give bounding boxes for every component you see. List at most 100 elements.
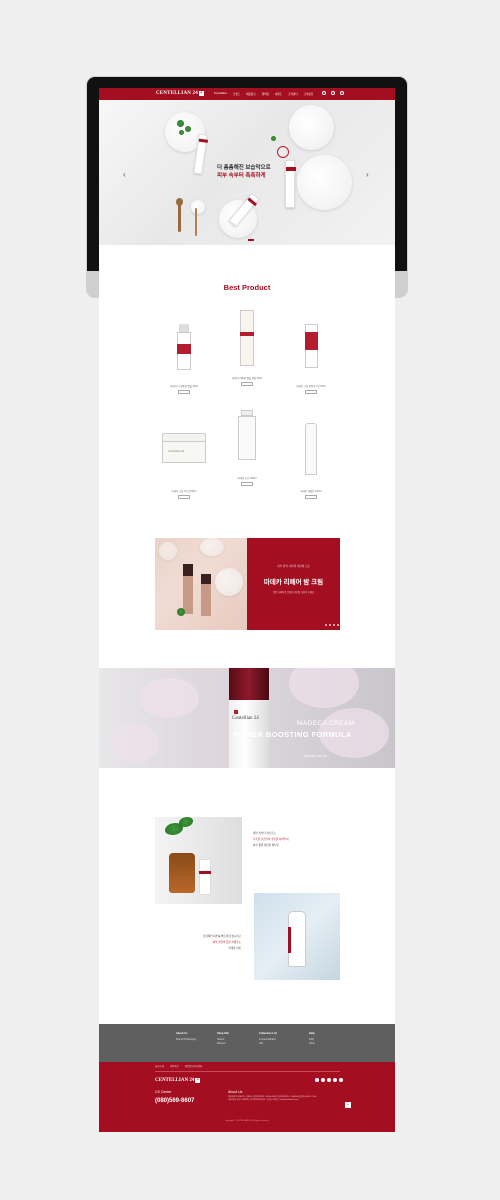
tube-image (285, 160, 296, 208)
product-name: 마데카 크림 리뉴얼 50ml (171, 490, 197, 493)
leaf-image (185, 126, 191, 132)
menu-item[interactable]: 멤버십 (262, 92, 269, 96)
footer-column-title: Collection List (259, 1032, 277, 1035)
facebook-icon[interactable] (315, 1078, 319, 1082)
cart-icon[interactable] (331, 91, 335, 95)
product-card[interactable]: 마데카 토너 150ml (217, 410, 277, 500)
product-name: 마데카 토너 150ml (237, 477, 257, 480)
brand-logo[interactable]: CENTELLIAN 24 + (156, 91, 204, 96)
logo-mark: + (195, 1078, 201, 1083)
product-card[interactable]: 마데카 더 에센셜 앰플 30ml (154, 318, 214, 408)
hero-pagination[interactable] (248, 239, 254, 241)
about-title: About Us (228, 1090, 243, 1094)
footer-logo[interactable]: CENTELLIAN 24 + (155, 1078, 201, 1083)
pagination-dot[interactable] (329, 624, 331, 626)
footer-column: Help FAQ Q&A (309, 1032, 315, 1047)
social-links (315, 1078, 343, 1082)
pagination-dot[interactable] (325, 624, 327, 626)
nav-icons (322, 91, 344, 95)
menu-item[interactable]: Foundation (214, 92, 227, 96)
logo-mark: + (198, 91, 204, 96)
menu-item[interactable]: 고객센터 (288, 92, 298, 96)
pagination-dot[interactable] (337, 624, 339, 626)
blog-icon[interactable] (333, 1078, 337, 1082)
madeca-banner[interactable]: Centellian 24 MADECA CREAM POWER BOOSTIN… (99, 668, 395, 768)
lifestyle-text-1: 피부 속부터 차오르는 촉촉한 보습막이 수분을 지켜주어 하루 종일 편안한 … (253, 831, 289, 849)
product-image (281, 423, 341, 485)
hero-line-2: 피부 속부터 촉촉하게 (217, 173, 266, 179)
footer-policy-links: 회사소개 이용약관 개인정보처리방침 (155, 1064, 202, 1068)
pagination-dot[interactable] (333, 624, 335, 626)
footer-policy-link[interactable]: 개인정보처리방침 (185, 1064, 203, 1068)
cs-phone-number[interactable]: (080)569-8607 (155, 1098, 194, 1104)
footer-policy-link[interactable]: 이용약관 (170, 1064, 179, 1068)
product-card[interactable]: Centellian 24 마데카 크림 리뉴얼 50ml (154, 423, 214, 513)
buy-button[interactable] (241, 382, 253, 386)
menu-item[interactable]: 브랜드 (233, 92, 240, 96)
hero-next-arrow[interactable]: › (366, 170, 369, 179)
plate-image (191, 200, 205, 214)
product-image: Centellian 24 (154, 423, 214, 485)
lifestyle-image-1 (155, 817, 242, 904)
lifestyle-text-2: 민감해진 피부를 빠르게 진정시키고 피부 본연의 힘을 키워주는 마데카 라인 (163, 934, 241, 952)
menu-item[interactable]: 제품정보 (246, 92, 256, 96)
buy-button[interactable] (305, 495, 317, 499)
product-image (217, 410, 277, 472)
web-page: CENTELLIAN 24 + Foundation 브랜드 제품정보 멤버십 이… (99, 88, 395, 1132)
hero-line-1: 더 촘촘해진 보습막으로 (217, 165, 271, 171)
product-name: 마데카 에멀전 120ml (300, 490, 322, 493)
buy-button[interactable] (178, 495, 190, 499)
product-card[interactable]: 마데카 리페어 앰플 세럼 30ml (217, 310, 277, 400)
promo-title: 마데카 리페어 밤 크림 (263, 579, 324, 586)
footer-sitemap: About Us Brand Philosophy Shop Info Noti… (99, 1024, 395, 1062)
hero-prev-arrow[interactable]: ‹ (123, 170, 126, 179)
spoon-image (176, 198, 183, 206)
hero-copy: 더 촘촘해진 보습막으로 피부 속부터 촉촉하게 (217, 164, 271, 180)
footer-policy-link[interactable]: 회사소개 (155, 1064, 164, 1068)
footer-link[interactable]: Review (217, 1042, 229, 1047)
company-info: 동국제약(주) 대표이사 : 송준호 | 사업자등록번호 : 000-00-00… (228, 1096, 318, 1102)
promo-description: 집중 리페어로 건강한 피부를 되찾아 보세요 (272, 592, 315, 594)
menu-item[interactable]: 이벤트 (275, 92, 282, 96)
buy-button[interactable] (178, 390, 190, 394)
buy-button[interactable] (241, 482, 253, 486)
menu-item[interactable]: 고객상담 (304, 92, 314, 96)
top-nav: CENTELLIAN 24 + Foundation 브랜드 제품정보 멤버십 이… (99, 88, 395, 100)
banner-subheading: POWER BOOSTING FORMULA (233, 730, 352, 739)
product-image (281, 318, 341, 380)
lifestyle-line: 하루 종일 편안한 피부로 (253, 844, 280, 847)
main-menu: Foundation 브랜드 제품정보 멤버십 이벤트 고객센터 고객상담 (214, 92, 313, 96)
plate-image (289, 105, 334, 150)
footer-link[interactable]: Gift (259, 1042, 277, 1047)
product-card[interactable]: 마데카 에멀전 120ml (281, 423, 341, 513)
cs-center-title: CS Center (155, 1090, 172, 1094)
footer-link[interactable]: Brand Philosophy (176, 1038, 196, 1043)
scroll-top-button[interactable]: ^ (345, 1102, 351, 1108)
instagram-icon[interactable] (321, 1078, 325, 1082)
logo-text: CENTELLIAN 24 (156, 91, 198, 96)
user-icon[interactable] (322, 91, 326, 95)
leaf-image (177, 120, 184, 127)
kakao-icon[interactable] (339, 1078, 343, 1082)
logo-text: CENTELLIAN 24 (155, 1078, 195, 1083)
banner-brand: CENTELLIAN 24 (304, 754, 327, 758)
footer-column: Collection List Limited Edition Gift (259, 1032, 277, 1047)
product-name: 마데카 리페어 앰플 세럼 30ml (232, 377, 262, 380)
copyright: Copyright © CENTELLIAN 24. All rights re… (225, 1120, 269, 1122)
spoon-image (195, 208, 197, 236)
footer-main: 회사소개 이용약관 개인정보처리방침 CENTELLIAN 24 + CS Cen… (99, 1062, 395, 1132)
promo-banner[interactable]: 피부 장벽, 피부결 개선에 도움 마데카 리페어 밤 크림 집중 리페어로 건… (155, 538, 340, 630)
promo-subtitle: 피부 장벽, 피부결 개선에 도움 (277, 565, 310, 568)
product-card[interactable]: 마데카 크림 파워부스팅 50ml (281, 318, 341, 408)
product-image (217, 310, 277, 372)
footer-link[interactable]: Q&A (309, 1042, 315, 1047)
youtube-icon[interactable] (327, 1078, 331, 1082)
promo-pagination[interactable] (325, 624, 339, 626)
footer-column-title: About Us (176, 1032, 188, 1035)
promo-text-panel: 피부 장벽, 피부결 개선에 도움 마데카 리페어 밤 크림 집중 리페어로 건… (247, 538, 340, 630)
footer-column: About Us Brand Philosophy (176, 1032, 196, 1042)
buy-button[interactable] (305, 390, 317, 394)
leaf-image (179, 130, 184, 135)
hero-slider: 더 촘촘해진 보습막으로 피부 속부터 촉촉하게 ‹ › (99, 100, 395, 245)
search-icon[interactable] (340, 91, 344, 95)
